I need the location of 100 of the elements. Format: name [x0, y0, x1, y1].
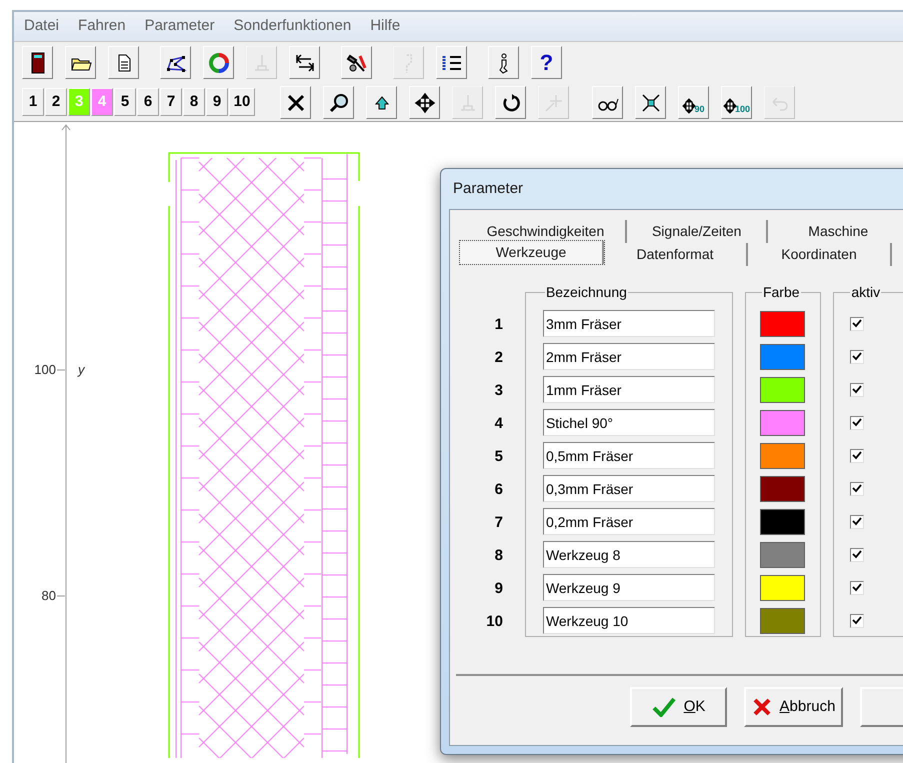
toolbar-button[interactable]: ?: [531, 46, 562, 79]
dialog-button[interactable]: [860, 687, 903, 727]
checkbox[interactable]: [850, 350, 864, 364]
color-swatch[interactable]: [760, 310, 805, 336]
text-field[interactable]: 2mm Fräser: [542, 343, 715, 370]
toolbar-button[interactable]: [65, 46, 96, 79]
toolbar-button[interactable]: 100: [721, 86, 752, 118]
shrink-icon: [640, 92, 662, 114]
group-title: aktiv: [850, 283, 882, 302]
axis-tick-label: 80: [40, 587, 56, 605]
tool-number: 4: [494, 414, 503, 434]
tab[interactable]: Datenformat: [604, 243, 748, 266]
checkbox[interactable]: [850, 316, 864, 330]
tool-number-button[interactable]: 10: [229, 88, 255, 116]
toolbar-button[interactable]: [323, 86, 354, 118]
toolbar-button[interactable]: [592, 86, 623, 118]
tool-number: 7: [494, 513, 503, 534]
tool-number-button[interactable]: 9: [206, 88, 228, 116]
toolbar-button[interactable]: [22, 46, 53, 79]
tick-mark: [57, 368, 65, 371]
close-icon: [752, 697, 772, 717]
checkbox[interactable]: [850, 448, 864, 462]
text-field[interactable]: 0,2mm Fräser: [542, 508, 715, 535]
checkbox[interactable]: [850, 514, 864, 528]
axis-tick-label: 100: [33, 361, 56, 379]
toolbar-button[interactable]: [366, 86, 397, 118]
toolbar-button[interactable]: [635, 86, 666, 118]
text-field[interactable]: 3mm Fräser: [542, 310, 715, 337]
arrows-icon: [294, 52, 316, 74]
toolbar-button[interactable]: [341, 46, 372, 79]
color-swatch[interactable]: [760, 376, 805, 402]
toolbar-button[interactable]: [160, 46, 191, 79]
text-field[interactable]: Werkzeug 9: [542, 574, 715, 601]
tab[interactable]: Koordinaten: [748, 243, 892, 266]
axis-label: y: [78, 361, 84, 379]
text-field[interactable]: 0,5mm Fräser: [542, 442, 715, 469]
hammer-icon: [346, 52, 368, 74]
cancel-button[interactable]: Abbruch: [744, 687, 843, 727]
hook-icon: [404, 54, 412, 74]
toolbar-button[interactable]: [488, 46, 519, 79]
color-swatch[interactable]: [760, 442, 805, 468]
tick-mark: [57, 594, 65, 597]
ok-button[interactable]: OK: [630, 687, 728, 727]
tool-number: 9: [494, 579, 503, 600]
tool-number: 2: [494, 348, 503, 368]
toolbar-button[interactable]: [495, 86, 526, 118]
menu-item[interactable]: Sonderfunktionen: [234, 15, 352, 38]
text-field[interactable]: Werkzeug 10: [542, 607, 715, 634]
checkbox[interactable]: [850, 416, 864, 430]
check-icon: [852, 550, 862, 559]
tool-number: 1: [494, 315, 503, 336]
check-icon: [852, 418, 862, 427]
tool-number-button[interactable]: 8: [183, 88, 205, 116]
tool-number-button[interactable]: 7: [160, 88, 182, 116]
toolbar-button[interactable]: [108, 46, 139, 79]
menu-item[interactable]: Hilfe: [370, 15, 400, 38]
color-swatch[interactable]: [760, 476, 805, 502]
move-icon: [682, 98, 696, 114]
search-icon: [328, 92, 350, 114]
color-swatch[interactable]: [760, 344, 805, 370]
checkbox[interactable]: [850, 548, 864, 562]
color-swatch[interactable]: [760, 508, 805, 534]
text-field[interactable]: 1mm Fräser: [542, 376, 715, 403]
tool-number: 10: [486, 612, 503, 632]
menu-item[interactable]: Fahren: [78, 15, 126, 38]
toolbar-button[interactable]: [409, 86, 440, 118]
checkbox[interactable]: [850, 382, 864, 396]
color-swatch[interactable]: [760, 608, 805, 634]
tool-number-button[interactable]: 6: [137, 88, 159, 116]
check-icon: [852, 484, 862, 493]
color-swatch[interactable]: [760, 574, 805, 600]
tab[interactable]: Maschine: [768, 220, 903, 243]
tool-number: 8: [494, 546, 503, 566]
tool-number-button[interactable]: 5: [114, 88, 136, 116]
text-field[interactable]: Werkzeug 8: [542, 541, 715, 568]
menu-item[interactable]: Parameter: [144, 15, 215, 38]
color-swatch[interactable]: [760, 542, 805, 568]
color-swatch[interactable]: [760, 410, 805, 436]
toolbar-button[interactable]: [289, 46, 320, 79]
check-icon: [852, 616, 862, 625]
toolbar-button[interactable]: [436, 46, 467, 79]
move-icon: [722, 98, 737, 114]
tool-number: 5: [494, 447, 503, 468]
toolbar-button[interactable]: [280, 86, 311, 118]
toolbar-button[interactable]: 90: [678, 86, 709, 118]
text-field[interactable]: 0,3mm Fräser: [542, 475, 715, 502]
text-field[interactable]: Stichel 90°: [542, 409, 715, 436]
tab[interactable]: Signale/Zeiten: [626, 220, 768, 243]
tool-number-button[interactable]: 2: [45, 88, 67, 116]
checkbox[interactable]: [850, 614, 864, 628]
menu-item[interactable]: Datei: [24, 15, 60, 38]
tool-number: 3: [494, 381, 503, 402]
tool-number-button[interactable]: 1: [22, 88, 44, 116]
checkbox[interactable]: [850, 580, 864, 594]
checkbox[interactable]: [850, 482, 864, 496]
group-title: Bezeichnung: [544, 283, 628, 302]
toolbar-button[interactable]: [203, 46, 234, 79]
tab[interactable]: Werkzeuge: [460, 241, 604, 264]
move-icon: [414, 92, 436, 114]
check-icon: [852, 352, 862, 361]
